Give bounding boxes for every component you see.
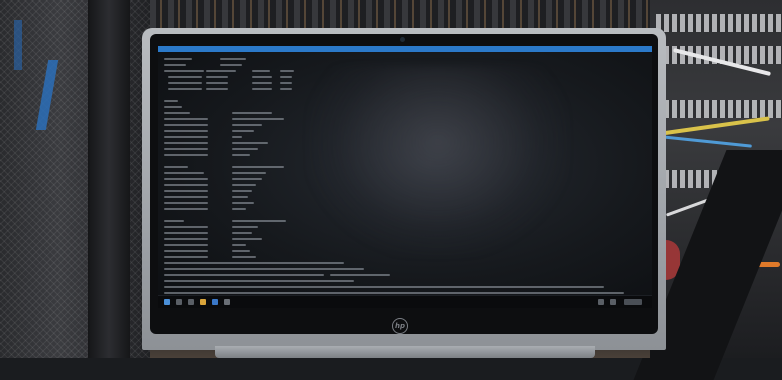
terminal-text-line [232,118,284,120]
taskbar [158,295,652,308]
terminal-text-line [280,76,292,78]
terminal-text-line [168,88,202,90]
terminal-text-line [164,124,208,126]
terminal-text-line [232,220,286,222]
terminal-text-line [164,268,364,270]
terminal-text-line [232,238,262,240]
hp-logo: hp [392,318,408,334]
terminal-text-line [164,100,178,102]
blue-cable [35,60,59,130]
terminal-text-line [280,88,292,90]
terminal-text-line [232,232,252,234]
webcam-icon [400,37,405,42]
terminal-text-line [164,142,208,144]
blue-cable [14,20,22,70]
terminal-text-line [164,172,204,174]
terminal-text-line [164,274,324,276]
terminal-text-line [164,136,208,138]
terminal-text-line [232,148,258,150]
terminal-text-line [220,64,242,66]
server-rack-left [0,0,150,358]
terminal-text-line [168,82,202,84]
terminal-text-line [232,202,254,204]
browser-icon[interactable] [212,299,218,305]
patch-panel [656,100,782,118]
terminal-text-line [232,250,250,252]
terminal-title-bar [158,46,652,52]
terminal-text-line [206,76,228,78]
terminal-text-line [164,190,208,192]
terminal-text-line [330,274,390,276]
terminal-text-line [164,184,208,186]
terminal-text-line [164,166,188,168]
terminal-text-line [164,238,208,240]
network-icon[interactable] [598,299,604,305]
terminal-text-line [164,64,186,66]
terminal-text-line [164,106,182,108]
terminal-text-line [252,70,270,72]
terminal-text-line [232,256,256,258]
terminal-text-line [280,70,294,72]
terminal-text-line [164,292,624,294]
terminal-text-line [232,226,258,228]
terminal-text-line [164,280,354,282]
terminal-text-line [164,220,184,222]
rack-post [88,0,130,358]
terminal-text-line [252,82,272,84]
terminal-text-line [252,88,272,90]
terminal-text-line [232,196,248,198]
terminal-text-line [232,154,250,156]
terminal-text-line [206,70,236,72]
terminal-text-line [232,244,246,246]
terminal-text-line [164,178,208,180]
terminal-icon[interactable] [224,299,230,305]
laptop-screen [158,46,652,308]
terminal-text-line [280,82,292,84]
terminal-text-line [164,154,208,156]
terminal-text-line [164,70,204,72]
terminal-text-line [232,208,246,210]
terminal-text-line [164,196,208,198]
terminal-text-line [232,112,272,114]
terminal-text-line [168,76,202,78]
terminal-text-line [164,286,604,288]
taskview-icon[interactable] [188,299,194,305]
terminal-text-line [232,124,262,126]
terminal-text-line [164,118,208,120]
terminal-text-line [164,250,208,252]
terminal-text-line [206,88,228,90]
clock-icon[interactable] [624,299,642,305]
search-icon[interactable] [176,299,182,305]
terminal-text-line [220,58,246,60]
terminal-text-line [232,142,268,144]
terminal-text-line [232,178,262,180]
volume-icon[interactable] [610,299,616,305]
terminal-text-line [164,262,344,264]
terminal-text-line [232,172,266,174]
terminal-text-line [252,76,272,78]
terminal-text-line [164,256,208,258]
terminal-text-line [164,58,192,60]
terminal-text-line [164,208,208,210]
laptop-hinge [215,346,595,358]
start-icon[interactable] [164,299,170,305]
terminal-text-line [232,136,242,138]
terminal-text-line [164,112,190,114]
terminal-text-line [164,226,208,228]
terminal-text-line [206,82,228,84]
screen-reflection [308,66,568,256]
terminal-text-line [232,184,256,186]
folder-icon[interactable] [200,299,206,305]
terminal-text-line [232,130,254,132]
terminal-text-line [232,190,252,192]
terminal-text-line [164,202,208,204]
terminal-text-line [164,130,208,132]
terminal-text-line [164,232,208,234]
patch-panel [656,14,782,32]
terminal-text-line [164,244,208,246]
terminal-text-line [232,166,284,168]
terminal-text-line [164,148,208,150]
